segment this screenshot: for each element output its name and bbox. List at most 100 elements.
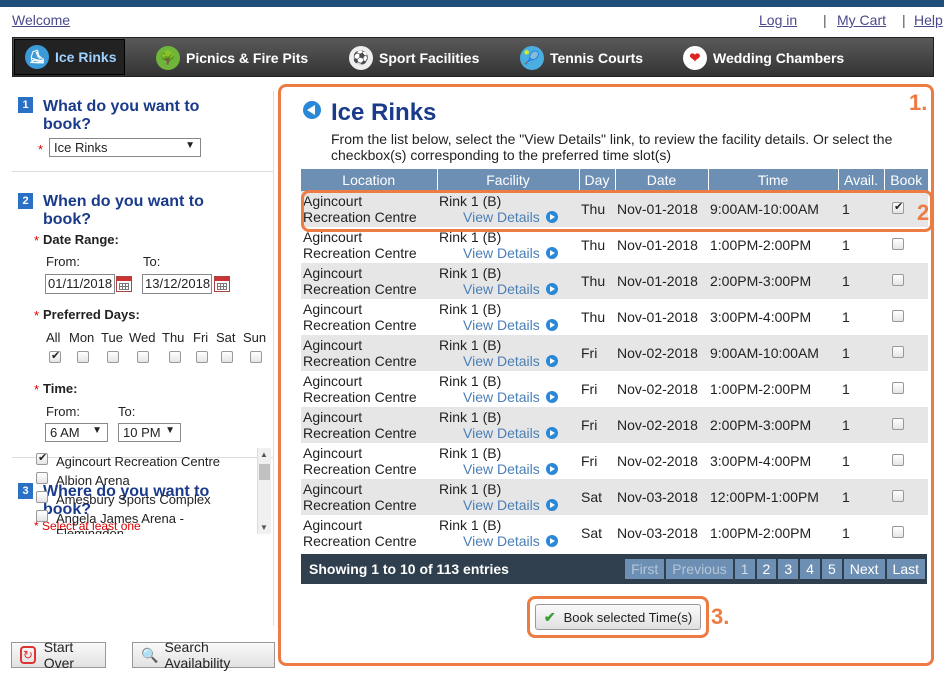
scroll-down-icon[interactable]: ▼ [260,523,268,532]
cell-date: Nov-02-2018 [615,335,708,371]
venue-list-scrollbar[interactable]: ▲ ▼ [257,448,271,534]
arrow-right-icon [545,355,558,367]
day-checkbox-fri[interactable] [196,351,208,363]
time-to-select[interactable]: 10 PM ▼ [118,423,181,442]
view-details-link[interactable]: View Details [463,533,577,549]
search-availability-button[interactable]: 🔍 Search Availability [132,639,275,671]
cell-time: 9:00AM-10:00AM [708,191,838,227]
tab-label: Tennis Courts [550,50,644,66]
book-checkbox[interactable] [892,200,904,214]
cell-time: 1:00PM-2:00PM [708,227,838,263]
cell-date: Nov-02-2018 [615,443,708,479]
scroll-up-icon[interactable]: ▲ [260,450,268,459]
facility-type-select[interactable]: Ice Rinks ▼ [49,138,201,157]
page-2[interactable]: 2 [756,559,777,579]
cell-avail: 1 [838,515,884,551]
book-selected-button[interactable]: ✔ Book selected Time(s) [535,604,701,630]
date-from-input[interactable]: 01/11/2018 [45,274,115,294]
day-checkbox-wed[interactable] [137,351,149,363]
facility-name: Rink 1 (B) [439,229,502,245]
venue-checkbox[interactable] [36,451,48,465]
tab-picnics[interactable]: 🌳 Picnics & Fire Pits [156,38,308,78]
page-1[interactable]: 1 [734,559,755,579]
view-details-link[interactable]: View Details [463,389,577,405]
venue-checkbox[interactable] [36,472,48,484]
back-icon[interactable] [303,101,321,119]
cell-date: Nov-02-2018 [615,407,708,443]
page-4[interactable]: 4 [800,559,820,579]
table-row: Agincourt Recreation Centre Rink 1 (B) View… [301,479,928,515]
col-day[interactable]: Day [579,169,616,191]
scroll-thumb[interactable] [259,464,270,480]
day-checkbox-thu[interactable] [169,351,181,363]
tab-sport-facilities[interactable]: ⚽ Sport Facilities [349,38,479,78]
page-3[interactable]: 3 [778,559,799,579]
page-5[interactable]: 5 [821,559,842,579]
day-label: Mon [69,330,95,345]
facility-name: Rink 1 (B) [439,409,502,425]
view-details-label: View Details [463,533,540,549]
col-location[interactable]: Location [301,169,438,191]
day-checkbox-sun[interactable] [250,351,262,363]
cell-day: Sat [579,515,615,551]
date-to-input[interactable]: 13/12/2018 [142,274,212,294]
book-checkbox[interactable] [892,346,904,358]
tab-tennis-courts[interactable]: 🎾 Tennis Courts [520,38,643,78]
col-facility[interactable]: Facility [437,169,580,191]
my-cart-link[interactable]: My Cart [837,12,886,28]
col-time[interactable]: Time [708,169,839,191]
book-checkbox[interactable] [892,454,904,466]
cell-book [884,335,928,371]
page-next[interactable]: Next [843,559,885,579]
venue-checkbox[interactable] [36,510,48,522]
view-details-link[interactable]: View Details [463,317,577,333]
refresh-icon: ↻ [20,646,36,664]
page-previous[interactable]: Previous [666,559,733,579]
location-line: Recreation Centre [303,245,417,261]
book-checkbox[interactable] [892,418,904,430]
page-last[interactable]: Last [886,559,925,579]
help-link[interactable]: Help [914,12,943,28]
time-from-select[interactable]: 6 AM ▼ [45,423,108,442]
step2-title: When do you want to book? [43,193,204,228]
page-first[interactable]: First [625,559,665,579]
cell-date: Nov-01-2018 [615,263,708,299]
login-link[interactable]: Log in [759,12,797,28]
start-over-button[interactable]: ↻ Start Over [11,639,106,671]
book-checkbox[interactable] [892,490,904,502]
location-line: Agincourt [303,265,363,281]
annotation-2: 2. [917,200,936,225]
view-details-link[interactable]: View Details [463,461,577,477]
book-checkbox[interactable] [892,310,904,322]
cell-date: Nov-01-2018 [615,191,708,227]
view-details-link[interactable]: View Details [463,209,577,225]
venue-checkbox[interactable] [36,491,48,503]
tab-ice-rinks[interactable]: ⛸ Ice Rinks [14,39,126,75]
facility-name: Rink 1 (B) [439,301,502,317]
col-avail[interactable]: Avail. [838,169,885,191]
tab-wedding-chambers[interactable]: ❤ Wedding Chambers [683,38,844,78]
calendar-icon[interactable] [214,276,230,292]
view-details-link[interactable]: View Details [463,281,577,297]
table-footer: Showing 1 to 10 of 113 entries First Pre… [301,554,927,584]
table-row: Agincourt Recreation Centre Rink 1 (B) View… [301,407,928,443]
welcome-link[interactable]: Welcome [12,12,70,28]
col-date[interactable]: Date [615,169,709,191]
book-checkbox[interactable] [892,526,904,538]
view-details-link[interactable]: View Details [463,353,577,369]
view-details-link[interactable]: View Details [463,497,577,513]
day-checkbox-mon[interactable] [77,351,89,363]
view-details-link[interactable]: View Details [463,245,577,261]
book-checkbox[interactable] [892,382,904,394]
book-checkbox[interactable] [892,238,904,250]
col-book[interactable]: Book [884,169,928,191]
calendar-icon[interactable] [116,276,132,292]
cell-avail: 1 [838,479,884,515]
tab-label: Picnics & Fire Pits [186,50,309,66]
book-checkbox[interactable] [892,274,904,286]
day-checkbox-sat[interactable] [221,351,233,363]
day-checkbox-tue[interactable] [107,351,119,363]
cell-day: Fri [579,407,615,443]
day-checkbox-all[interactable] [49,349,61,363]
view-details-link[interactable]: View Details [463,425,577,441]
